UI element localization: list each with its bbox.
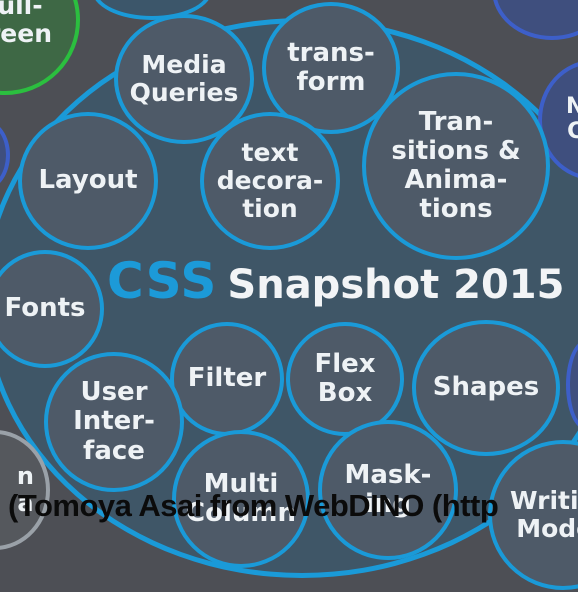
title-snapshot-text: Snapshot 2015: [227, 262, 565, 308]
transitions-animations-bubble: Tran- sitions & Anima- tions: [362, 72, 550, 260]
left-edge-bubble: [0, 120, 10, 190]
diagram-title: CSS Snapshot 2015: [107, 252, 564, 310]
top-right-partial-bubble: [492, 0, 578, 40]
user-interface-bubble: User Inter- face: [44, 352, 184, 492]
attribution-caption: (Tomoya Asai from WebDINO (http: [8, 488, 499, 523]
fullscreen-bubble: ull- reen: [0, 0, 80, 95]
title-css-word: CSS: [107, 252, 218, 310]
shapes-bubble: Shapes: [412, 320, 560, 456]
text-decoration-bubble: text decora- tion: [200, 112, 340, 250]
layout-bubble: Layout: [18, 112, 158, 250]
snapshot-diagram: ull- reen N C n a Media Queries trans- f…: [0, 0, 578, 592]
filter-bubble: Filter: [170, 322, 284, 436]
flexbox-bubble: Flex Box: [286, 322, 404, 436]
